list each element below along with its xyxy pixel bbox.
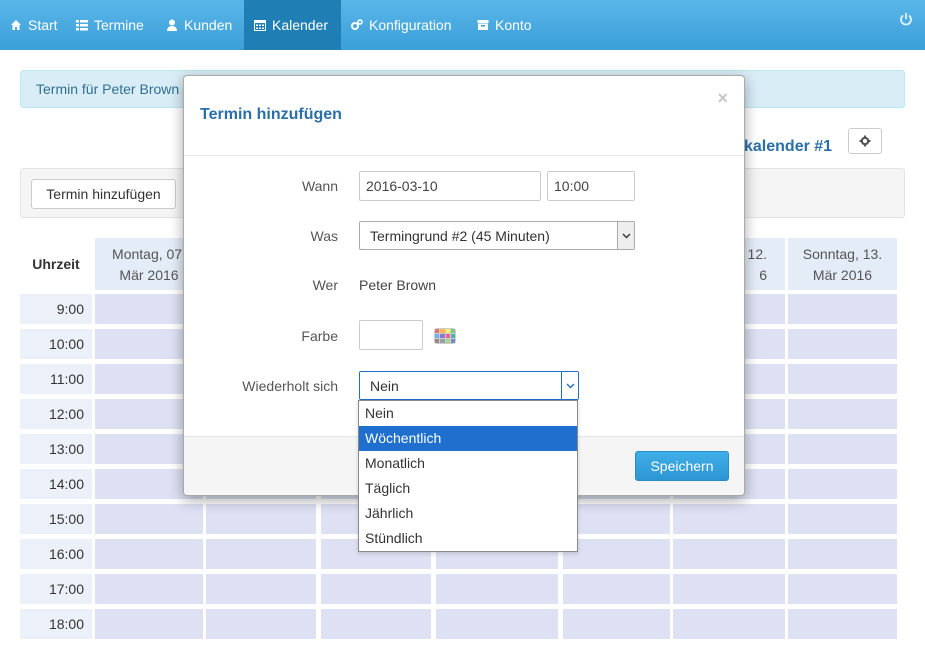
time-label: 16:00: [20, 539, 92, 569]
calendar-slot[interactable]: [206, 504, 316, 534]
time-label: 14:00: [20, 469, 92, 499]
alert-text: Termin für Peter Brown: [36, 81, 180, 97]
calendar-slot[interactable]: [95, 609, 203, 639]
calendar-slot[interactable]: [563, 609, 670, 639]
dropdown-option-nein[interactable]: Nein: [359, 401, 577, 426]
calendar-slot[interactable]: [788, 504, 897, 534]
inbox-icon: [477, 20, 489, 30]
time-label: 10:00: [20, 329, 92, 359]
dropdown-option-monatlich[interactable]: Monatlich: [359, 451, 577, 476]
dropdown-option-stuendlich[interactable]: Stündlich: [359, 526, 577, 551]
nav-label: Termine: [94, 17, 144, 33]
date-input[interactable]: 2016-03-10: [359, 171, 541, 201]
settings-button[interactable]: [848, 128, 882, 154]
nav-label: Kunden: [184, 17, 233, 33]
calendar-slot[interactable]: [788, 539, 897, 569]
label-was: Was: [310, 228, 338, 244]
calendar-slot[interactable]: [788, 399, 897, 429]
calendar-slot[interactable]: [95, 539, 203, 569]
nav-termine[interactable]: Termine: [66, 0, 154, 50]
nav-label: Kalender: [272, 17, 329, 33]
nav-label: Konto: [495, 17, 532, 33]
dropdown-option-jaehrlich[interactable]: Jährlich: [359, 501, 577, 526]
time-label: 12:00: [20, 399, 92, 429]
calendar-slot[interactable]: [563, 574, 670, 604]
calendar-slot[interactable]: [206, 609, 316, 639]
power-icon[interactable]: [899, 12, 913, 26]
calendar-slot[interactable]: [95, 574, 203, 604]
calendar-slot[interactable]: [206, 539, 316, 569]
time-label: 18:00: [20, 609, 92, 639]
label-farbe: Farbe: [301, 328, 338, 344]
calendar-slot[interactable]: [788, 609, 897, 639]
repeat-select-value: Nein: [370, 377, 399, 394]
calendar-icon: [254, 20, 266, 31]
calendar-slot[interactable]: [788, 574, 897, 604]
nav-label: Start: [28, 17, 58, 33]
nav-konto[interactable]: Konto: [467, 0, 542, 50]
close-icon[interactable]: ×: [717, 88, 728, 109]
gears-icon: [351, 19, 363, 30]
calendar-slot[interactable]: [788, 329, 897, 359]
time-label: 11:00: [20, 364, 92, 394]
nav-label: Konfiguration: [369, 17, 452, 33]
calendar-slot[interactable]: [563, 504, 670, 534]
dropdown-option-woechentlich[interactable]: Wöchentlich: [359, 426, 577, 451]
time-column-header: Uhrzeit: [32, 256, 80, 272]
calendar-slot[interactable]: [788, 434, 897, 464]
calendar-slot[interactable]: [673, 539, 785, 569]
label-wann: Wann: [301, 178, 338, 194]
repeat-select[interactable]: Nein: [359, 371, 579, 400]
add-appointment-button[interactable]: Termin hinzufügen: [31, 179, 176, 209]
time-label: 15:00: [20, 504, 92, 534]
save-button[interactable]: Speichern: [635, 451, 729, 481]
nav-konfiguration[interactable]: Konfiguration: [341, 0, 462, 50]
home-icon: [11, 20, 21, 30]
calendar-slot[interactable]: [436, 574, 558, 604]
calendar-slot[interactable]: [321, 574, 431, 604]
calendar-slot[interactable]: [563, 539, 670, 569]
calendar-slot[interactable]: [788, 469, 897, 499]
reason-select-value: Termingrund #2 (45 Minuten): [370, 227, 550, 244]
calendar-slot[interactable]: [436, 609, 558, 639]
chevron-down-icon: [617, 222, 634, 249]
gear-icon: [859, 135, 871, 147]
modal-header: Termin hinzufügen ×: [184, 76, 744, 156]
nav-start[interactable]: Start: [0, 0, 68, 50]
calendar-slot[interactable]: [95, 504, 203, 534]
calendar-slot[interactable]: [673, 504, 785, 534]
modal-title: Termin hinzufügen: [200, 106, 342, 123]
calendar-slot[interactable]: [673, 574, 785, 604]
color-input[interactable]: [359, 320, 423, 350]
calendar-slot[interactable]: [206, 574, 316, 604]
top-navbar: Start Termine Kunden Kalender Konfigurat…: [0, 0, 925, 50]
nav-kalender[interactable]: Kalender: [244, 0, 341, 50]
calendar-slot[interactable]: [788, 294, 897, 324]
label-wer: Wer: [312, 277, 338, 293]
day-header-line2: Mär 2016: [812, 267, 873, 283]
color-palette-icon[interactable]: [434, 328, 456, 344]
time-label: 13:00: [20, 434, 92, 464]
customer-name: Peter Brown: [359, 277, 437, 293]
time-label: 9:00: [20, 294, 92, 324]
chevron-down-icon: [561, 372, 578, 399]
calendar-slot[interactable]: [788, 364, 897, 394]
list-icon: [76, 20, 88, 31]
time-label: 17:00: [20, 574, 92, 604]
user-icon: [167, 19, 177, 31]
repeat-dropdown-list: Nein Wöchentlich Monatlich Täglich Jährl…: [358, 400, 578, 552]
reason-select[interactable]: Termingrund #2 (45 Minuten): [359, 221, 635, 250]
label-wiederholt: Wiederholt sich: [242, 378, 338, 394]
calendar-slot[interactable]: [321, 609, 431, 639]
day-header-sunday: Sonntag, 13. Mär 2016: [788, 238, 897, 290]
day-header-line1: Sonntag, 13.: [802, 246, 883, 262]
time-input[interactable]: 10:00: [547, 171, 635, 201]
nav-kunden[interactable]: Kunden: [156, 0, 242, 50]
calendar-title: kalender #1: [744, 138, 833, 155]
calendar-slot[interactable]: [673, 609, 785, 639]
dropdown-option-taeglich[interactable]: Täglich: [359, 476, 577, 501]
